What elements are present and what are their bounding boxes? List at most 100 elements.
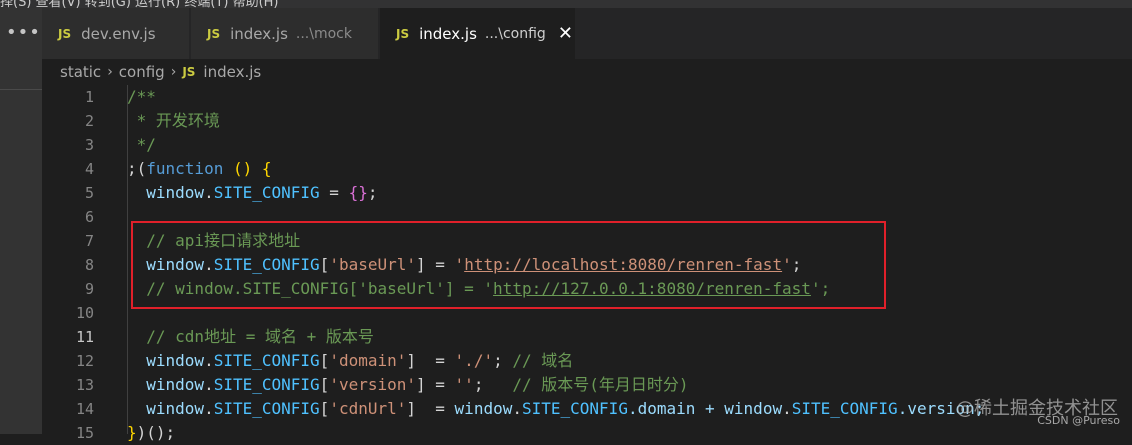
code-line[interactable]: 12 window.SITE_CONFIG['domain'] = './'; … [42,349,1132,373]
javascript-file-icon: JS [58,26,72,41]
code-string: 'cdnUrl' [329,399,407,418]
code-string: 'domain' [329,351,407,370]
line-number: 13 [75,376,94,394]
code-string: './' [454,351,494,370]
tab-path: ...\config [484,25,546,42]
code-keyword: function [146,159,224,178]
code-punct: ;( [127,159,147,178]
code-punct: . [204,351,214,370]
code-line[interactable]: 15 })(); [42,421,1132,445]
code-text: /** [127,85,156,109]
code-string: '' [454,375,474,394]
code-text: // cdn地址 = 域名 + 版本号 [127,325,374,349]
code-variable: window [454,399,513,418]
code-text: window.SITE_CONFIG['version'] = ''; // 版… [127,373,689,397]
code-property: SITE_CONFIG [213,375,320,394]
code-punct: ; [493,351,513,370]
code-property: SITE_CONFIG [213,399,320,418]
javascript-file-icon: JS [182,65,196,79]
line-number: 2 [84,112,94,130]
code-string: 'version' [329,375,417,394]
code-punct: {} [348,183,368,202]
code-punct: (); [146,423,176,442]
code-punct: } [127,423,137,442]
code-variable: window [127,375,205,394]
code-line[interactable]: 4 ;(function () { [42,157,1132,181]
code-text: ;(function () { [127,157,272,181]
line-number: 5 [84,184,94,202]
line-number: 14 [75,400,94,418]
tab-index-js-config[interactable]: JS index.js ...\config ✕ [380,8,576,59]
tab-label: dev.env.js [81,24,156,43]
code-line-current[interactable]: 11 // cdn地址 = 域名 + 版本号 [42,325,1132,349]
chevron-right-icon: › [170,64,177,80]
code-comment: // 版本号(年月日时分) [512,375,689,394]
tab-label: index.js [419,24,477,43]
code-text: */ [127,133,156,157]
annotation-highlight-box [131,221,886,309]
code-comment: // 域名 [512,351,574,370]
code-editor[interactable]: 1 /** 2 * 开发环境 3 */ 4 ;(function () { 5 … [42,85,1132,442]
code-punct: ] = [406,399,455,418]
line-number: 10 [75,304,94,322]
breadcrumb-item-static[interactable]: static [60,63,101,81]
code-punct: [ [319,351,330,370]
code-punct: [ [319,399,330,418]
code-punct: . [782,399,792,418]
tab-label: index.js [230,24,288,43]
code-punct: ) [136,423,147,442]
code-punct: ] = [406,351,455,370]
tab-path: ...\mock [295,25,352,42]
code-comment: */ [127,135,156,154]
code-comment: * 开发环境 [127,111,220,130]
code-punct: [ [319,375,330,394]
menu-bar-text[interactable]: 择(S) 查看(V) 转到(G) 运行(R) 终端(T) 帮助(H) [0,0,279,8]
code-line[interactable]: 2 * 开发环境 [42,109,1132,133]
chevron-right-icon: › [107,64,113,80]
code-property: SITE_CONFIG [521,399,628,418]
code-line[interactable]: 5 window.SITE_CONFIG = {}; [42,181,1132,205]
close-icon[interactable]: ✕ [558,23,573,44]
line-number: 1 [84,88,94,106]
code-variable: window [127,183,205,202]
code-punct: . [512,399,522,418]
activity-bar: ••• [0,8,42,434]
watermark-csdn: CSDN @Pureso [1037,414,1120,427]
breadcrumb: static › config › JS index.js [42,59,1132,85]
tab-index-js-mock[interactable]: JS index.js ...\mock [191,8,379,59]
code-punct: . [204,375,214,394]
code-line[interactable]: 1 /** [42,85,1132,109]
breadcrumb-item-config[interactable]: config [119,63,165,81]
line-number: 9 [84,280,94,298]
code-property: SITE_CONFIG [213,183,320,202]
code-variable: .domain + [627,399,725,418]
code-punct: ] = [416,375,455,394]
code-text: })(); [127,421,175,445]
code-punct: ; [473,375,513,394]
code-property: SITE_CONFIG [791,399,898,418]
tab-dev-env-js[interactable]: JS dev.env.js [42,8,190,59]
more-actions-icon[interactable]: ••• [6,22,41,43]
code-variable: window [127,351,205,370]
code-punct: . [204,399,214,418]
line-number: 4 [84,160,94,178]
code-line[interactable]: 3 */ [42,133,1132,157]
javascript-file-icon: JS [207,26,221,41]
activity-divider [0,89,42,90]
line-number: 12 [75,352,94,370]
tab-bar: JS dev.env.js JS index.js ...\mock JS in… [42,8,1132,59]
code-variable: window [724,399,783,418]
line-number: 11 [75,328,94,346]
code-variable: window [127,399,205,418]
code-punct: . [204,183,214,202]
menu-bar[interactable]: 择(S) 查看(V) 转到(G) 运行(R) 终端(T) 帮助(H) [0,0,1132,8]
code-punct: () { [223,159,272,178]
breadcrumb-item-file[interactable]: index.js [203,63,261,81]
code-text: window.SITE_CONFIG = {}; [127,181,377,205]
code-text: * 开发环境 [127,109,220,133]
code-comment: // cdn地址 = 域名 + 版本号 [127,327,374,346]
line-number: 3 [84,136,94,154]
code-punct: ; [367,183,378,202]
line-number: 7 [84,232,94,250]
code-comment: /** [127,87,156,106]
